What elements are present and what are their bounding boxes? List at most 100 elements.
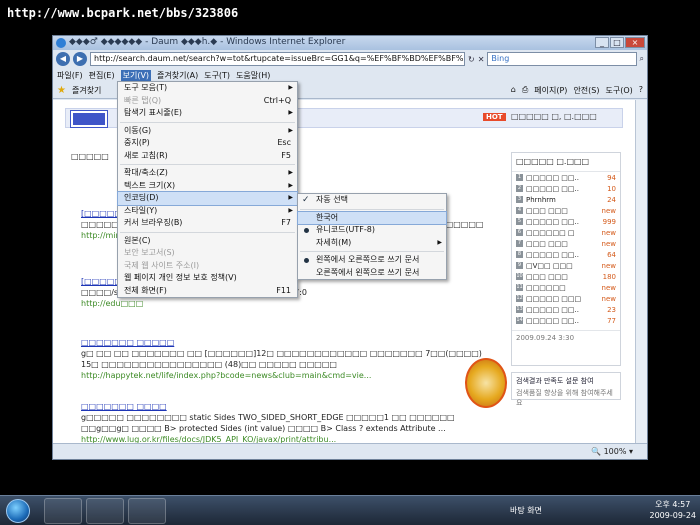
menu-item[interactable]: 한국어 bbox=[297, 210, 447, 225]
tools-menu[interactable]: 도구(O) bbox=[605, 85, 632, 96]
menu-item-label: 자세히(M) bbox=[316, 237, 352, 247]
result-desc-2: 15□ □□□□□□□□□□□□□□□□ (48)□□ □□□□□ □□□□□ bbox=[81, 360, 337, 369]
address-field[interactable]: http://search.daum.net/search?w=tot&rtup… bbox=[90, 52, 465, 66]
survey-box[interactable]: 검색결과 만족도 설문 참여 검색품질 향상을 위해 참여해주세요 bbox=[511, 372, 621, 407]
daum-logo-tab[interactable] bbox=[70, 110, 108, 128]
keyword-row[interactable]: 11 □□□□□□ new bbox=[512, 282, 620, 293]
keyword-rank: 2 bbox=[516, 185, 523, 192]
menu-item[interactable]: 오른쪽에서 왼쪽으로 쓰기 문서 bbox=[298, 267, 446, 280]
menu-5[interactable]: 도움말(H) bbox=[236, 70, 270, 81]
menu-item-label: 국제 웹 사이트 주소(I) bbox=[124, 260, 200, 270]
menu-item[interactable]: 텍스트 크기(X) ▶ bbox=[118, 180, 297, 193]
menu-item[interactable]: 도구 모음(T) ▶ bbox=[118, 82, 297, 95]
search-box[interactable]: Bing bbox=[487, 52, 637, 66]
result-url[interactable]: http://edu□□□ bbox=[81, 298, 501, 309]
refresh-icon[interactable]: ↻ bbox=[468, 55, 475, 64]
result-url[interactable]: http://happytek.net/life/index.php?bcode… bbox=[81, 370, 501, 381]
print-icon[interactable]: ⎙ bbox=[522, 85, 528, 96]
zoom-level[interactable]: 🔍 100% ▾ bbox=[591, 447, 633, 456]
keyword-row[interactable]: 3 Phrnhrm 24 bbox=[512, 194, 620, 205]
ad-badge[interactable] bbox=[465, 358, 507, 408]
keyword-row[interactable]: 7 □□□ □□□ new bbox=[512, 238, 620, 249]
keyword-row[interactable]: 14 □□□□□ □□.. 77 bbox=[512, 315, 620, 326]
keyword-row[interactable]: 4 □□□ □□□ new bbox=[512, 205, 620, 216]
menu-item[interactable]: 탐색기 표시줄(E) ▶ bbox=[118, 107, 297, 120]
forward-icon[interactable]: ▶ bbox=[73, 52, 87, 66]
keyword-row[interactable]: 6 □□□□□□ □ new bbox=[512, 227, 620, 238]
menu-2[interactable]: 보기(V) bbox=[120, 69, 152, 81]
desktop-label[interactable]: 바탕 화면 bbox=[510, 505, 542, 516]
close-button[interactable]: × bbox=[625, 37, 645, 48]
maximize-button[interactable]: □ bbox=[610, 37, 624, 48]
menu-item-label: 인코딩(D) bbox=[124, 193, 159, 202]
taskbar: 바탕 화면 오후 4:57 2009-09-24 bbox=[0, 495, 700, 525]
taskbar-ie-icon[interactable] bbox=[44, 498, 82, 524]
menu-item-shortcut: F7 bbox=[281, 218, 291, 227]
keyword-rank: 6 bbox=[516, 229, 523, 236]
menu-item[interactable]: ✓ 자동 선택 bbox=[298, 194, 446, 207]
keyword-change: new bbox=[601, 261, 616, 270]
home-icon[interactable]: ⌂ bbox=[511, 85, 516, 96]
clock[interactable]: 오후 4:57 2009-09-24 bbox=[650, 499, 697, 521]
help-icon[interactable]: ? bbox=[639, 85, 643, 96]
menu-item[interactable]: 스타일(Y) ▶ bbox=[118, 205, 297, 218]
screen: http://www.bcpark.net/bbs/323806 ◆◆◆♂ ◆◆… bbox=[0, 0, 700, 525]
safety-menu[interactable]: 안전(S) bbox=[573, 85, 599, 96]
back-icon[interactable]: ◀ bbox=[56, 52, 70, 66]
menu-1[interactable]: 편집(E) bbox=[89, 70, 115, 81]
taskbar-explorer-icon[interactable] bbox=[86, 498, 124, 524]
menu-item[interactable]: 커서 브라우징(B) F7 bbox=[118, 217, 297, 230]
keyword-row[interactable]: 1 □□□□□ □□.. 94 bbox=[512, 172, 620, 183]
clock-time: 오후 4:57 bbox=[655, 500, 691, 509]
keyword-change: new bbox=[601, 206, 616, 215]
favorites-button[interactable]: 즐겨찾기 bbox=[72, 85, 101, 96]
keyword-row[interactable]: 2 □□□□□ □□.. 10 bbox=[512, 183, 620, 194]
menu-item[interactable]: 새로 고침(R) F5 bbox=[118, 150, 297, 163]
keyword-row[interactable]: 8 □□□□□ □□.. 64 bbox=[512, 249, 620, 260]
radio-dot-icon bbox=[304, 258, 309, 263]
keyword-row[interactable]: 9 □V□□ □□□ new bbox=[512, 260, 620, 271]
menu-item-label: 한국어 bbox=[316, 212, 339, 222]
result-title[interactable]: □□□□□□□ □□□□□ bbox=[81, 337, 501, 348]
keyword-row[interactable]: 13 □□□□□ □□.. 23 bbox=[512, 304, 620, 315]
menu-item[interactable]: 확대/축소(Z) ▶ bbox=[118, 167, 297, 180]
menu-item[interactable]: 중지(P) Esc bbox=[118, 137, 297, 150]
radio-dot-icon bbox=[304, 228, 309, 233]
menu-item[interactable]: 웹 페이지 개인 정보 보호 정책(V) bbox=[118, 272, 297, 285]
menu-item[interactable]: 인코딩(D) ▶ bbox=[117, 191, 298, 206]
stop-icon[interactable]: ✕ bbox=[478, 55, 485, 64]
search-icon[interactable]: ⌕ bbox=[640, 54, 644, 64]
menu-0[interactable]: 파일(F) bbox=[57, 70, 83, 81]
menu-item[interactable]: 이동(G) ▶ bbox=[118, 125, 297, 138]
result-desc: g□□□□□ □□□□□□□□ static Sides TWO_SIDED_S… bbox=[81, 413, 455, 422]
taskbar-app-icon[interactable] bbox=[128, 498, 166, 524]
keyword-change: 180 bbox=[602, 272, 616, 281]
menu-3[interactable]: 즐겨찾기(A) bbox=[157, 70, 198, 81]
menu-item[interactable]: 자세히(M) ▶ bbox=[298, 237, 446, 250]
menu-separator bbox=[120, 164, 295, 165]
status-bar: 🔍 100% ▾ bbox=[53, 443, 647, 459]
keyword-row[interactable]: 12 □□□□□ □□□ new bbox=[512, 293, 620, 304]
menu-item[interactable]: 전체 화면(F) F11 bbox=[118, 285, 297, 298]
keyword-row[interactable]: 5 □□□□□ □□.. 999 bbox=[512, 216, 620, 227]
encoding-submenu: ✓ 자동 선택한국어유니코드(UTF-8) 자세히(M) ▶ 왼쪽에서 오른쪽으로 쓰기… bbox=[297, 193, 447, 280]
submenu-arrow-icon: ▶ bbox=[288, 126, 293, 134]
menu-item[interactable]: 유니코드(UTF-8) bbox=[298, 224, 446, 237]
menu-item-label: 유니코드(UTF-8) bbox=[316, 225, 376, 234]
hot-text[interactable]: □□□□□ □, □.□□□ bbox=[511, 112, 597, 121]
vertical-scrollbar[interactable] bbox=[635, 100, 647, 445]
url-caption: http://www.bcpark.net/bbs/323806 bbox=[7, 6, 239, 20]
keyword-row[interactable]: 10 □□□ □□□ 180 bbox=[512, 271, 620, 282]
result-title[interactable]: □□□□□□□ □□□□ bbox=[81, 401, 501, 412]
menu-item[interactable]: 원본(C) bbox=[118, 235, 297, 248]
keyword-change: 23 bbox=[607, 305, 616, 314]
section-title: □□□□□ bbox=[71, 152, 109, 161]
page-menu[interactable]: 페이지(P) bbox=[534, 85, 567, 96]
favorites-star-icon[interactable]: ★ bbox=[57, 85, 66, 96]
keyword-text: Phrnhrm bbox=[526, 195, 556, 204]
menu-item[interactable]: 왼쪽에서 오른쪽으로 쓰기 문서 bbox=[298, 254, 446, 267]
keyword-text: □□□ □□□ bbox=[526, 272, 568, 281]
minimize-button[interactable]: _ bbox=[595, 37, 609, 48]
menu-4[interactable]: 도구(T) bbox=[204, 70, 230, 81]
start-button[interactable] bbox=[6, 499, 30, 523]
